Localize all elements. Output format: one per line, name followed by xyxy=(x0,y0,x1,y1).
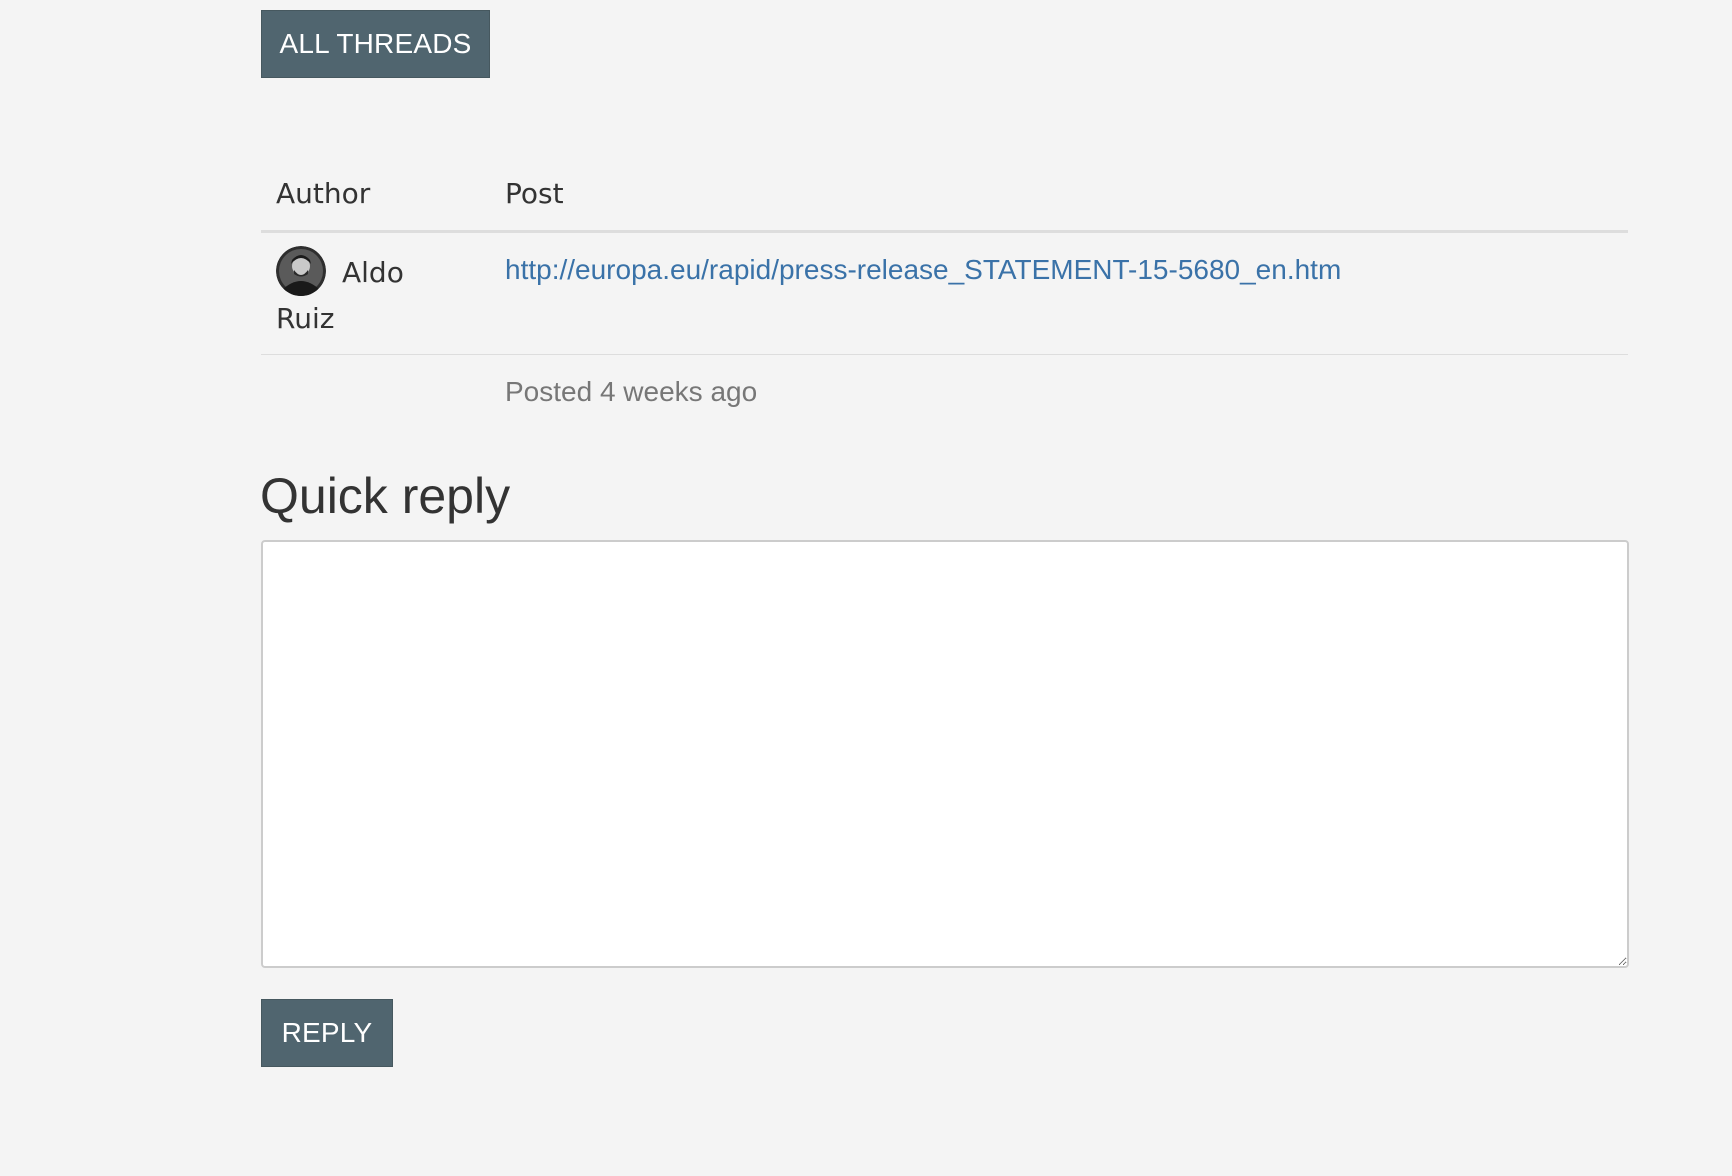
post-column-header: Post xyxy=(505,177,564,210)
author-first-name: Aldo xyxy=(342,256,404,289)
avatar[interactable] xyxy=(276,246,326,296)
post-link[interactable]: http://europa.eu/rapid/press-release_STA… xyxy=(505,252,1341,288)
quick-reply-heading: Quick reply xyxy=(260,468,511,524)
posted-timestamp: Posted 4 weeks ago xyxy=(505,376,758,407)
author-last-name: Ruiz xyxy=(276,302,335,335)
row-divider xyxy=(261,354,1628,355)
reply-button[interactable]: REPLY xyxy=(261,999,393,1067)
reply-textarea[interactable] xyxy=(261,540,1629,968)
author-column-header: Author xyxy=(276,177,371,210)
author-cell: Aldo Ruiz xyxy=(276,246,476,342)
header-divider xyxy=(261,230,1628,233)
all-threads-button[interactable]: ALL THREADS xyxy=(261,10,490,78)
